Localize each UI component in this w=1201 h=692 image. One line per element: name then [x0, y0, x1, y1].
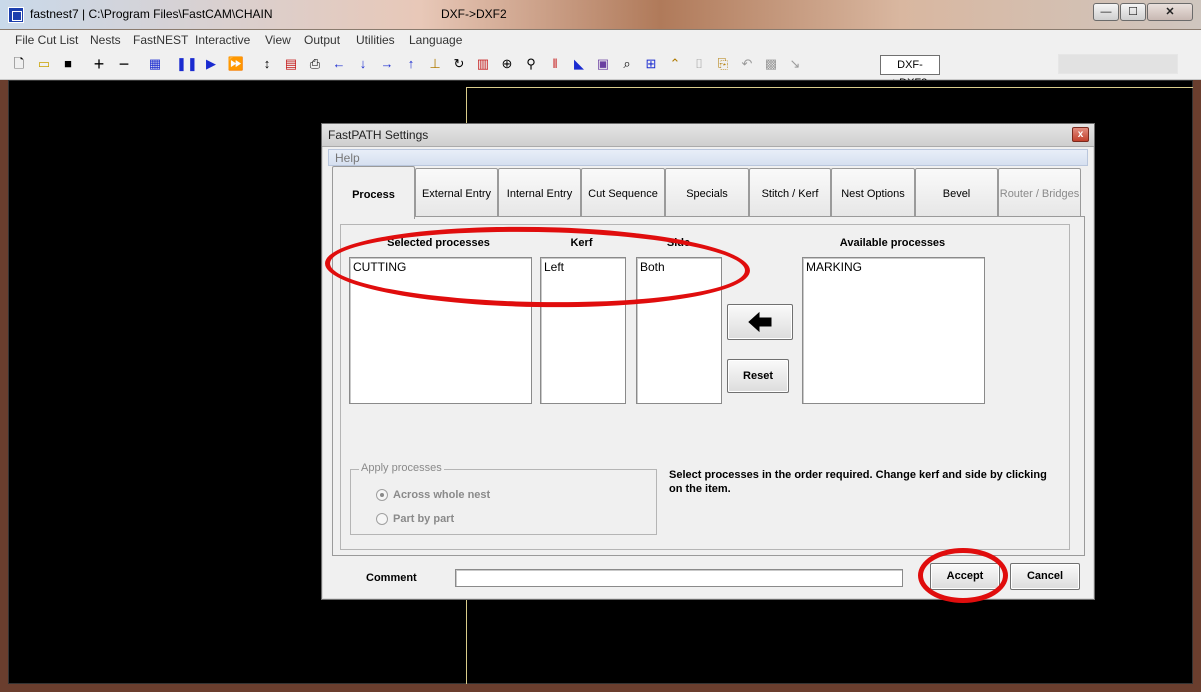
- side-item[interactable]: Both: [640, 260, 665, 274]
- path-icon[interactable]: ⌃: [665, 54, 685, 74]
- move-right-icon[interactable]: →: [377, 54, 397, 74]
- tab-process[interactable]: Process: [332, 166, 415, 219]
- across-whole-nest-label: Across whole nest: [393, 489, 491, 501]
- window-close-button[interactable]: ✕: [1147, 3, 1193, 21]
- window-title: fastnest7 | C:\Program Files\FastCAM\CHA…: [30, 7, 273, 21]
- side-header: Side: [666, 237, 691, 249]
- layer-icon[interactable]: ▣: [593, 54, 613, 74]
- move-left-icon[interactable]: ←: [329, 54, 349, 74]
- toolbar-status-field: [1058, 54, 1178, 74]
- menu-nests[interactable]: Nests: [90, 33, 121, 47]
- process-hint-text: Select processes in the order required. …: [669, 469, 1047, 495]
- nest-grey-icon[interactable]: ▩: [761, 54, 781, 74]
- menu-file-cut-list[interactable]: File Cut List: [15, 33, 78, 47]
- toolbar: 🗋 ▭ ■ + − ▦ ❚❚ ▶ ⏩ ↕ ▤ ⎙ ← ↓ → ↑ ⊥ ↻ ▥ ⊕…: [0, 50, 1201, 89]
- left-arrow-icon: [748, 311, 772, 333]
- cancel-button[interactable]: Cancel: [1010, 563, 1080, 590]
- corner-icon[interactable]: ◣: [569, 54, 589, 74]
- part-by-part-label: Part by part: [393, 513, 455, 525]
- tab-bevel[interactable]: Bevel: [915, 168, 998, 217]
- dxf-to-dxf2-button[interactable]: DXF->DXF2: [880, 55, 940, 89]
- part-by-part-radio[interactable]: [376, 513, 388, 525]
- available-processes-header: Available processes: [839, 237, 946, 249]
- dialog-close-button[interactable]: x: [1072, 127, 1089, 142]
- new-file-icon[interactable]: 🗋: [9, 54, 29, 74]
- window-frame-bottom: [0, 684, 1201, 692]
- across-whole-nest-radio[interactable]: [376, 489, 388, 501]
- apply-processes-group: Apply processes Across whole nest Part b…: [350, 462, 657, 535]
- accept-button[interactable]: Accept: [930, 563, 1000, 590]
- grid-icon[interactable]: ▦: [145, 54, 165, 74]
- center-icon[interactable]: ⊕: [497, 54, 517, 74]
- dialog-menu-help[interactable]: Help: [335, 151, 360, 165]
- menu-view[interactable]: View: [265, 33, 291, 47]
- menu-fastnest[interactable]: FastNEST: [133, 33, 188, 47]
- zoom-icon[interactable]: ⌕: [617, 54, 637, 74]
- tab-cut-sequence[interactable]: Cut Sequence: [581, 168, 665, 217]
- menu-interactive[interactable]: Interactive: [195, 33, 250, 47]
- window-frame-left: [0, 80, 8, 692]
- move-to-selected-button[interactable]: [727, 304, 793, 340]
- export-icon[interactable]: ⎘: [713, 54, 733, 74]
- comment-label: Comment: [366, 572, 417, 584]
- play-icon[interactable]: ▶: [201, 54, 221, 74]
- selected-processes-header: Selected processes: [387, 237, 490, 249]
- rotate-icon[interactable]: ↻: [449, 54, 469, 74]
- reset-button[interactable]: Reset: [727, 359, 789, 393]
- side-list[interactable]: Both: [636, 257, 722, 404]
- tab-stitch-kerf[interactable]: Stitch / Kerf: [749, 168, 831, 217]
- available-processes-list[interactable]: MARKING: [802, 257, 985, 404]
- menu-utilities[interactable]: Utilities: [356, 33, 395, 47]
- kerf-header: Kerf: [570, 237, 593, 249]
- window-title-bar: fastnest7 | C:\Program Files\FastCAM\CHA…: [0, 0, 1201, 30]
- sheet-outline-top: [466, 87, 1194, 88]
- plate-icon[interactable]: ⊥: [425, 54, 445, 74]
- add-icon[interactable]: +: [89, 54, 109, 74]
- selected-processes-list[interactable]: CUTTING: [349, 257, 532, 404]
- dialog-title: FastPATH Settings: [328, 128, 429, 142]
- remove-icon[interactable]: −: [114, 54, 134, 74]
- sort-order-icon[interactable]: ↕: [257, 54, 277, 74]
- save-icon[interactable]: ■: [58, 54, 78, 74]
- fast-forward-icon[interactable]: ⏩: [226, 54, 246, 74]
- tab-external-entry[interactable]: External Entry: [415, 168, 498, 217]
- tab-router-bridges[interactable]: Router / Bridges: [998, 168, 1081, 217]
- kerf-list[interactable]: Left: [540, 257, 626, 404]
- dialog-title-bar: FastPATH Settings x: [322, 124, 1094, 147]
- array-icon[interactable]: ▥: [473, 54, 493, 74]
- available-process-item[interactable]: MARKING: [806, 260, 862, 274]
- apply-processes-legend: Apply processes: [359, 462, 444, 474]
- tab-specials[interactable]: Specials: [665, 168, 749, 217]
- zoom-extents-icon[interactable]: ⊞: [641, 54, 661, 74]
- move-down-icon[interactable]: ↓: [353, 54, 373, 74]
- comment-input[interactable]: [455, 569, 903, 587]
- undo-icon[interactable]: ↶: [737, 54, 757, 74]
- menu-output[interactable]: Output: [304, 33, 340, 47]
- app-icon: [8, 7, 24, 23]
- menu-bar: File Cut List Nests FastNEST Interactive…: [0, 30, 1201, 50]
- bracket-icon[interactable]: ⌷: [689, 54, 709, 74]
- bars-icon[interactable]: ‖: [545, 54, 565, 74]
- nc-icon[interactable]: ↘: [785, 54, 805, 74]
- maximize-button[interactable]: ☐: [1120, 3, 1146, 21]
- window-frame-right: [1193, 80, 1201, 692]
- move-up-icon[interactable]: ↑: [401, 54, 421, 74]
- tab-internal-entry[interactable]: Internal Entry: [498, 168, 581, 217]
- minimize-button[interactable]: —: [1093, 3, 1119, 21]
- selected-process-item[interactable]: CUTTING: [353, 260, 406, 274]
- kerf-item[interactable]: Left: [544, 260, 564, 274]
- window-center-title: DXF->DXF2: [441, 7, 507, 21]
- open-folder-icon[interactable]: ▭: [34, 54, 54, 74]
- dialog-menu-bar: Help: [328, 149, 1088, 166]
- probe-icon[interactable]: ⚲: [521, 54, 541, 74]
- dxf-import-icon[interactable]: ▤: [281, 54, 301, 74]
- fastpath-settings-dialog: FastPATH Settings x Help Process Externa…: [321, 123, 1095, 600]
- pause-icon[interactable]: ❚❚: [176, 54, 198, 74]
- tab-nest-options[interactable]: Nest Options: [831, 168, 915, 217]
- print-icon[interactable]: ⎙: [305, 54, 325, 74]
- menu-language[interactable]: Language: [409, 33, 462, 47]
